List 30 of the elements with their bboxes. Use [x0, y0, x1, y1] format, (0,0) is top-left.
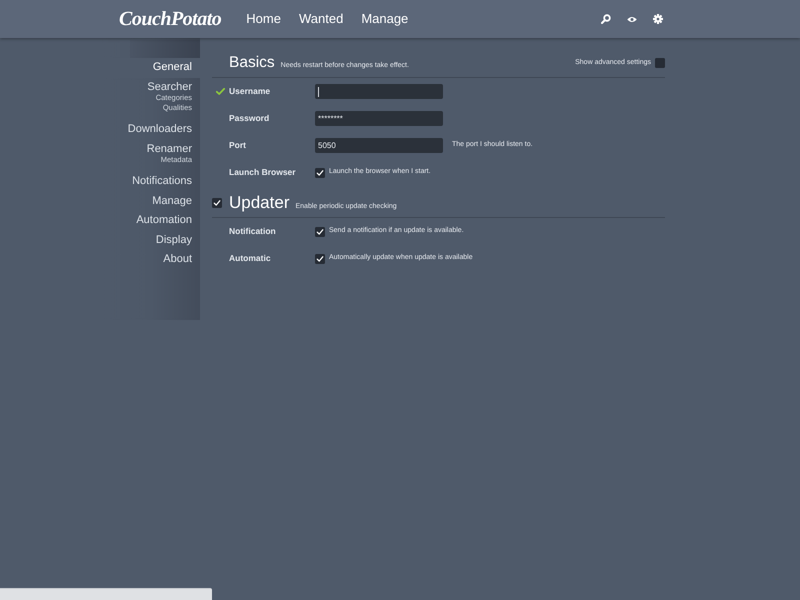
sidebar-item[interactable]: Downloaders [128, 120, 192, 140]
field-label: Launch Browser [229, 166, 297, 179]
checkbox[interactable] [315, 226, 325, 236]
section-title: Basics [229, 53, 275, 73]
checkbox[interactable] [315, 168, 325, 178]
search-icon[interactable] [601, 14, 611, 24]
checkbox[interactable] [315, 254, 325, 264]
sidebar-item[interactable]: Automation [136, 211, 192, 230]
nav-link[interactable]: Home [246, 9, 281, 29]
field-label: Automatic [229, 252, 272, 265]
nav-link[interactable]: Wanted [298, 9, 344, 29]
password-field[interactable]: ******** [315, 111, 443, 126]
sidebar-item[interactable]: Display [156, 230, 192, 250]
field-label: Port [229, 139, 247, 152]
checkbox[interactable] [655, 58, 665, 68]
eye-icon[interactable] [627, 16, 637, 22]
checkbox[interactable] [212, 198, 222, 208]
field-label: Password [229, 112, 270, 125]
nav-link[interactable]: Manage [361, 9, 408, 29]
section-title: Updater [229, 193, 290, 213]
text-field[interactable]: 5050 [315, 138, 443, 153]
sidebar-item[interactable]: Notifications [132, 172, 192, 192]
sidebar-item[interactable]: About [163, 250, 192, 270]
field-label: Notification [229, 225, 277, 238]
sidebar-item[interactable]: Manage [152, 192, 192, 211]
sidebar-top-shade [130, 40, 200, 58]
field-label: Username [229, 85, 272, 98]
settings-icon[interactable] [653, 14, 663, 24]
text-field[interactable] [315, 84, 443, 99]
logo[interactable]: CouchPotato [119, 9, 222, 29]
